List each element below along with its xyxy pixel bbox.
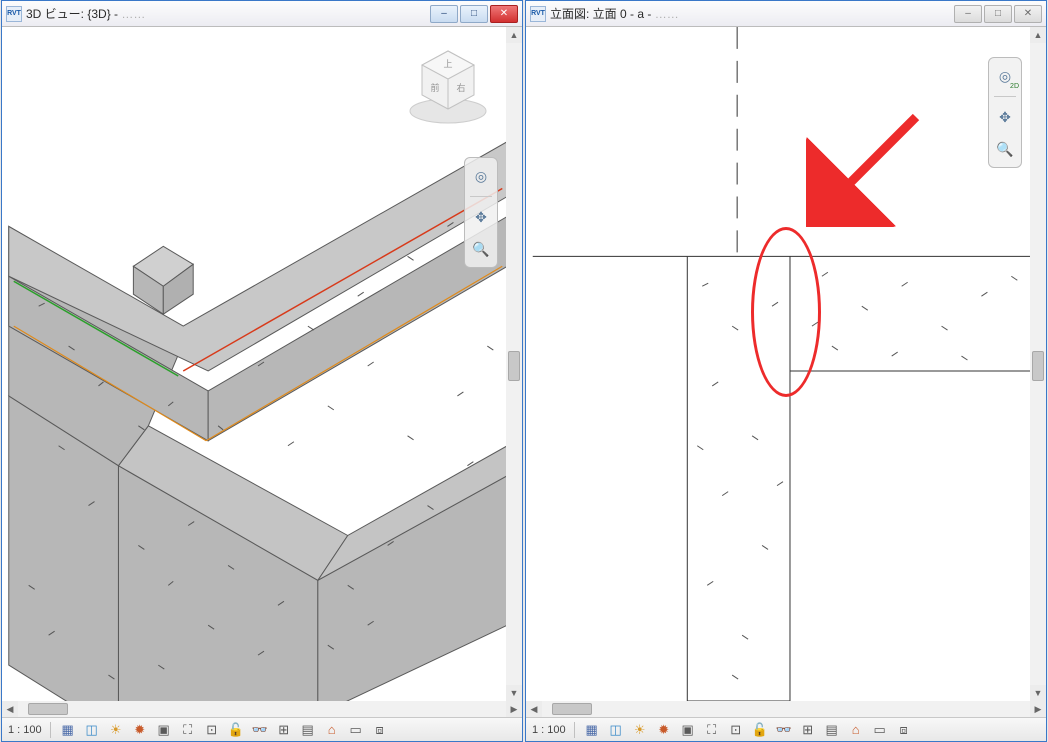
viewport-elevation[interactable]: ◎ 2D ✥ 🔍 ▲ ▼: [526, 27, 1046, 701]
minimize-button[interactable]: –: [430, 5, 458, 23]
scale-label[interactable]: 1 : 100: [532, 724, 566, 736]
steering-wheel-2d-icon[interactable]: ◎ 2D: [993, 64, 1017, 88]
close-button[interactable]: ✕: [1014, 5, 1042, 23]
reveal-icon[interactable]: ⊞: [275, 721, 293, 739]
titlebar-left[interactable]: RVT 3D ビュー: {3D} - …… – □ ✕: [2, 1, 522, 27]
pane-elevation-view: RVT 立面図: 立面 0 - a - …… – □ ✕: [525, 0, 1047, 742]
view-cube[interactable]: 上 前 右: [402, 39, 494, 131]
pane-3d-view: RVT 3D ビュー: {3D} - …… – □ ✕: [1, 0, 523, 742]
horizontal-scrollbar[interactable]: ◀ ▶: [526, 701, 1046, 717]
maximize-button[interactable]: □: [460, 5, 488, 23]
model-display-icon[interactable]: ◫: [83, 721, 101, 739]
crop-view-icon[interactable]: ⛶: [703, 721, 721, 739]
close-button[interactable]: ✕: [490, 5, 518, 23]
navigation-bar-3d: ◎ ✥ 🔍: [464, 157, 498, 268]
display-style-icon[interactable]: ▦: [59, 721, 77, 739]
annotation-arrow-icon: [806, 107, 926, 227]
highlight-icon[interactable]: ▭: [347, 721, 365, 739]
zoom-icon[interactable]: 🔍: [993, 137, 1017, 161]
temp-hide-icon[interactable]: 👓: [251, 721, 269, 739]
steering-wheel-icon[interactable]: ◎: [469, 164, 493, 188]
pan-icon[interactable]: ✥: [469, 205, 493, 229]
scroll-left-icon[interactable]: ◀: [526, 701, 542, 717]
rvt-file-icon: RVT: [530, 6, 546, 22]
maximize-button[interactable]: □: [984, 5, 1012, 23]
sun-path-icon[interactable]: ☀: [107, 721, 125, 739]
navigation-bar-2d: ◎ 2D ✥ 🔍: [988, 57, 1022, 168]
analytical-icon[interactable]: ⌂: [847, 721, 865, 739]
annotation-ellipse: [751, 227, 821, 397]
scroll-up-icon[interactable]: ▲: [506, 27, 522, 43]
link-display-icon[interactable]: ⧈: [371, 721, 389, 739]
scroll-up-icon[interactable]: ▲: [1030, 27, 1046, 43]
display-style-icon[interactable]: ▦: [583, 721, 601, 739]
viewcube-right-label: 右: [456, 82, 465, 93]
viewcube-front-label: 前: [430, 82, 439, 93]
scroll-down-icon[interactable]: ▼: [1030, 685, 1046, 701]
rendering-icon[interactable]: ▣: [679, 721, 697, 739]
viewcube-top-label: 上: [443, 59, 452, 69]
temp-hide-icon[interactable]: 👓: [775, 721, 793, 739]
rendering-icon[interactable]: ▣: [155, 721, 173, 739]
window-title-left: 3D ビュー: {3D} - ……: [26, 5, 145, 22]
properties-icon[interactable]: ▤: [299, 721, 317, 739]
crop-region-icon[interactable]: ⊡: [727, 721, 745, 739]
model-display-icon[interactable]: ◫: [607, 721, 625, 739]
horizontal-scrollbar[interactable]: ◀ ▶: [2, 701, 522, 717]
view-control-bar-right: 1 : 100 ▦ ◫ ☀ ✹ ▣ ⛶ ⊡ 🔓 👓 ⊞ ▤ ⌂ ▭ ⧈: [526, 717, 1046, 741]
reveal-icon[interactable]: ⊞: [799, 721, 817, 739]
zoom-icon[interactable]: 🔍: [469, 237, 493, 261]
minimize-button[interactable]: –: [954, 5, 982, 23]
scroll-right-icon[interactable]: ▶: [506, 701, 522, 717]
sun-path-icon[interactable]: ☀: [631, 721, 649, 739]
link-display-icon[interactable]: ⧈: [895, 721, 913, 739]
scroll-left-icon[interactable]: ◀: [2, 701, 18, 717]
highlight-icon[interactable]: ▭: [871, 721, 889, 739]
viewport-3d[interactable]: 上 前 右 ◎ ✥ 🔍 ▲ ▼: [2, 27, 522, 701]
titlebar-right[interactable]: RVT 立面図: 立面 0 - a - …… – □ ✕: [526, 1, 1046, 27]
view-control-bar-left: 1 : 100 ▦ ◫ ☀ ✹ ▣ ⛶ ⊡ 🔓 👓 ⊞ ▤ ⌂ ▭ ⧈: [2, 717, 522, 741]
vertical-scrollbar[interactable]: ▲ ▼: [506, 27, 522, 701]
unlock-icon[interactable]: 🔓: [227, 721, 245, 739]
shadows-icon[interactable]: ✹: [131, 721, 149, 739]
unlock-icon[interactable]: 🔓: [751, 721, 769, 739]
pan-icon[interactable]: ✥: [993, 105, 1017, 129]
scroll-down-icon[interactable]: ▼: [506, 685, 522, 701]
rvt-file-icon: RVT: [6, 6, 22, 22]
scale-label[interactable]: 1 : 100: [8, 724, 42, 736]
vertical-scrollbar[interactable]: ▲ ▼: [1030, 27, 1046, 701]
scroll-right-icon[interactable]: ▶: [1030, 701, 1046, 717]
shadows-icon[interactable]: ✹: [655, 721, 673, 739]
crop-view-icon[interactable]: ⛶: [179, 721, 197, 739]
analytical-icon[interactable]: ⌂: [323, 721, 341, 739]
crop-region-icon[interactable]: ⊡: [203, 721, 221, 739]
window-title-right: 立面図: 立面 0 - a - ……: [550, 5, 679, 22]
properties-icon[interactable]: ▤: [823, 721, 841, 739]
